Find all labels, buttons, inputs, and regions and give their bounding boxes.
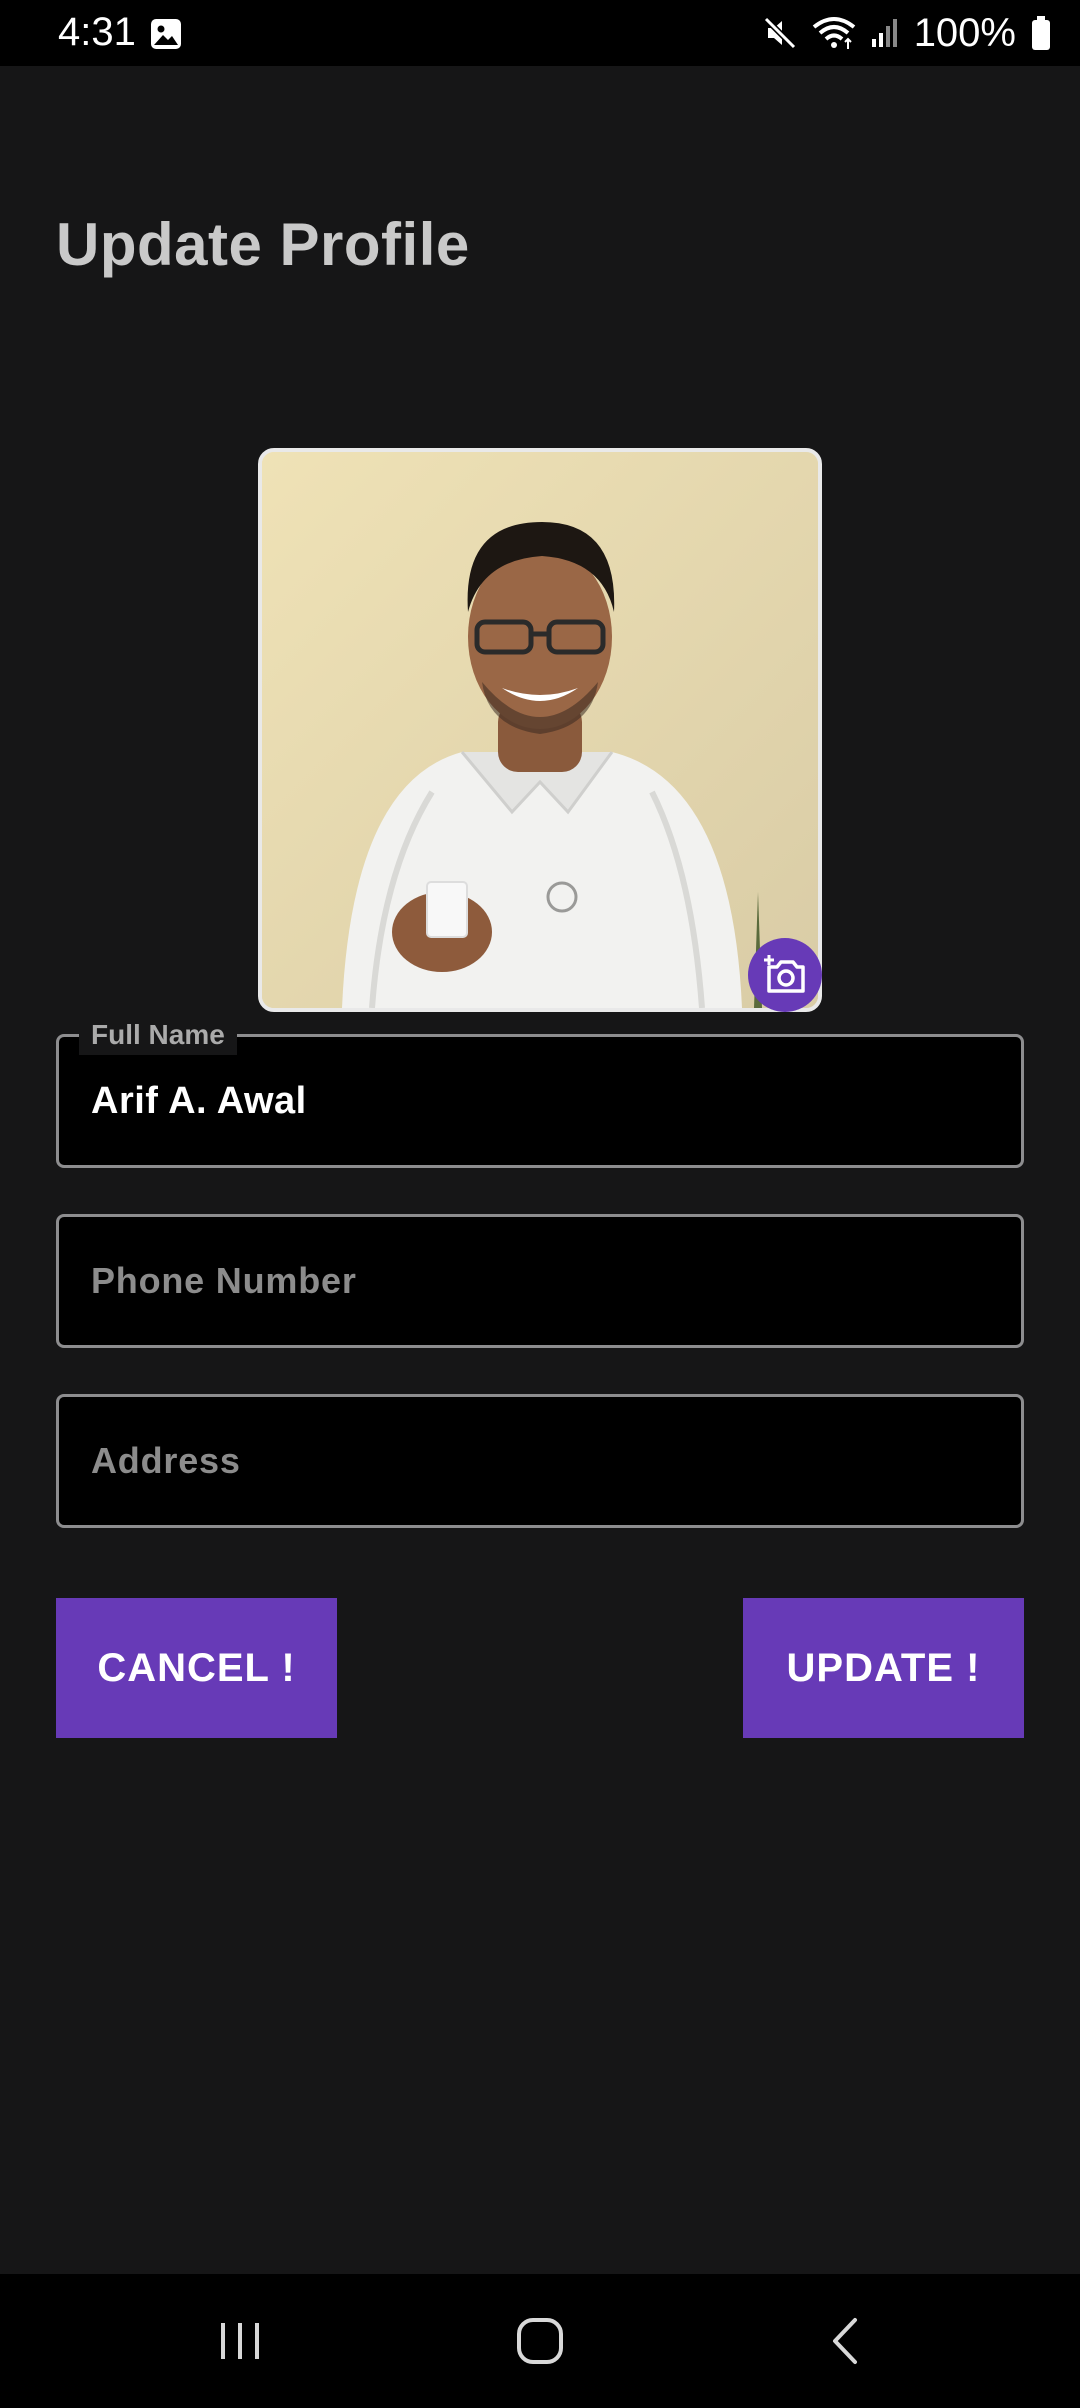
recent-apps-icon[interactable]: [140, 2274, 340, 2408]
full-name-field[interactable]: Full Name Arif A. Awal: [56, 1015, 1024, 1168]
phone-number-placeholder: Phone Number: [91, 1260, 357, 1301]
address-field[interactable]: Address: [56, 1394, 1024, 1528]
system-nav-bar: [0, 2274, 1080, 2408]
full-name-value[interactable]: Arif A. Awal: [91, 1037, 307, 1165]
status-bar: 4:31 100%: [0, 0, 1080, 66]
address-placeholder: Address: [91, 1440, 241, 1481]
wifi-icon: [812, 15, 856, 51]
battery-icon: [1030, 15, 1052, 51]
back-icon[interactable]: [745, 2274, 945, 2408]
status-time: 4:31: [58, 10, 136, 54]
status-icons: 100%: [762, 10, 1052, 56]
page-title: Update Profile: [56, 211, 470, 278]
battery-percent: 100%: [913, 10, 1016, 55]
update-button[interactable]: UPDATE !: [743, 1598, 1024, 1738]
home-icon[interactable]: [440, 2274, 640, 2408]
signal-icon: [870, 17, 900, 49]
profile-photo[interactable]: [258, 448, 822, 1012]
mute-icon: [762, 15, 798, 51]
add-photo-camera-icon[interactable]: [748, 938, 822, 1012]
phone-number-field[interactable]: Phone Number: [56, 1214, 1024, 1348]
update-profile-screen: 4:31 100% Update Profile Full Name Arif …: [0, 0, 1080, 2408]
cancel-button[interactable]: CANCEL !: [56, 1598, 337, 1738]
image-icon: [150, 18, 182, 50]
